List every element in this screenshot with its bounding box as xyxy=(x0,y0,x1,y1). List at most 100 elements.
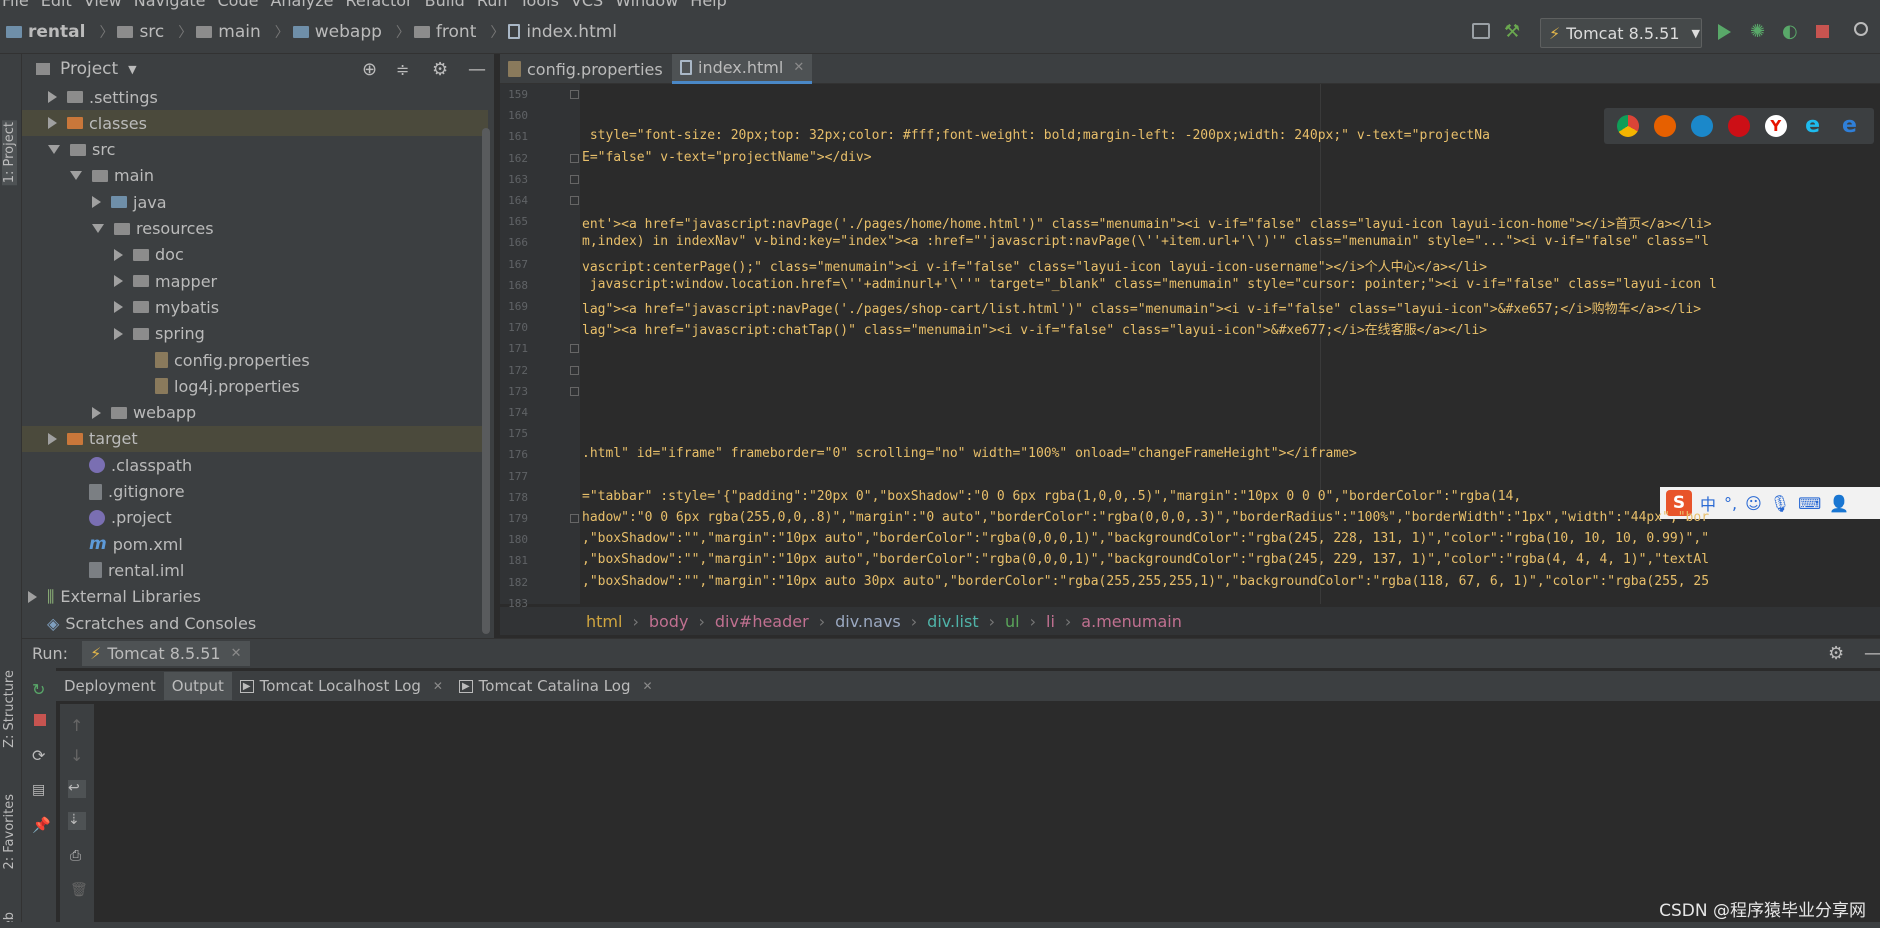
fold-marker-icon[interactable] xyxy=(570,514,579,523)
editor-crumb-html[interactable]: html xyxy=(586,612,622,631)
minimize-icon[interactable]: — xyxy=(468,59,486,80)
project-tool-tab[interactable]: 1: Project xyxy=(2,120,17,186)
expand-arrow-icon[interactable] xyxy=(48,117,57,130)
menu-item-analyze[interactable]: Analyze xyxy=(270,0,333,10)
editor-crumb-div-list[interactable]: div.list xyxy=(927,612,978,631)
editor-crumb-body[interactable]: body xyxy=(649,612,689,631)
chrome-icon[interactable] xyxy=(1617,115,1640,137)
editor-crumb-ul[interactable]: ul xyxy=(1005,612,1020,631)
tree-node-mapper[interactable]: mapper xyxy=(22,268,488,294)
locate-icon[interactable]: ⊕ xyxy=(362,59,377,80)
menu-item-navigate[interactable]: Navigate xyxy=(134,0,206,10)
collapse-all-icon[interactable]: ≑ xyxy=(396,60,409,79)
tree-node-log4j-properties[interactable]: log4j.properties xyxy=(22,373,488,399)
collapse-arrow-icon[interactable] xyxy=(92,224,104,233)
gear-icon[interactable]: ⚙ xyxy=(1828,643,1844,664)
safari-icon[interactable] xyxy=(1691,115,1714,137)
emoji-icon[interactable]: ☺ xyxy=(1745,494,1762,513)
close-icon[interactable]: ✕ xyxy=(793,60,804,75)
ime-punctuation-toggle[interactable]: °, xyxy=(1724,494,1737,513)
rerun-icon[interactable]: ↻ xyxy=(32,680,46,699)
run-tab-tomcat-localhost-log[interactable]: ▶ Tomcat Localhost Log ✕ xyxy=(232,672,451,700)
yandex-icon[interactable]: Y xyxy=(1764,115,1787,137)
breadcrumb-item-index-html[interactable]: 〉 index.html xyxy=(476,22,617,42)
arrow-down-icon[interactable]: ↓ xyxy=(70,746,84,765)
tree-node-src[interactable]: src xyxy=(22,137,488,163)
fold-marker-icon[interactable] xyxy=(570,386,579,396)
breadcrumb-item-webapp[interactable]: 〉 webapp xyxy=(261,22,382,42)
menu-item-edit[interactable]: Edit xyxy=(41,0,72,10)
run-icon[interactable] xyxy=(1718,24,1731,40)
tree-node-target[interactable]: target xyxy=(22,425,488,452)
soft-wrap-icon[interactable]: ↩ xyxy=(68,780,86,798)
close-icon[interactable]: ✕ xyxy=(433,679,443,693)
collapse-arrow-icon[interactable] xyxy=(48,145,60,155)
internet-explorer-icon[interactable]: e xyxy=(1802,115,1824,137)
tab-index-html[interactable]: index.html ✕ xyxy=(672,54,813,84)
expand-arrow-icon[interactable] xyxy=(114,275,123,288)
layout-icon[interactable]: ▤ xyxy=(32,782,46,798)
breadcrumb-item-src[interactable]: 〉 src xyxy=(85,22,164,42)
menu-item-view[interactable]: View xyxy=(84,0,122,10)
run-configuration-select[interactable]: ⚡ Tomcat 8.5.51 ▼ xyxy=(1540,18,1702,48)
tree-node-pom-xml[interactable]: m pom.xml xyxy=(22,531,488,557)
tree-node-project[interactable]: .project xyxy=(22,505,488,531)
tree-node-external-libraries[interactable]: ⫼ External Libraries xyxy=(22,584,488,610)
tree-node-java[interactable]: java xyxy=(22,189,488,215)
trash-icon[interactable]: 🗑 xyxy=(70,882,88,898)
run-tab-output[interactable]: Output xyxy=(163,672,232,700)
console-output[interactable] xyxy=(94,704,1880,922)
tab-config-properties[interactable]: config.properties✕ xyxy=(500,54,692,84)
expand-arrow-icon[interactable] xyxy=(28,590,37,603)
expand-arrow-icon[interactable] xyxy=(92,406,101,419)
expand-arrow-icon[interactable] xyxy=(92,196,101,209)
expand-arrow-icon[interactable] xyxy=(114,327,123,340)
fold-marker-icon[interactable] xyxy=(570,344,579,354)
fold-marker-icon[interactable] xyxy=(570,90,579,99)
expand-arrow-icon[interactable] xyxy=(114,301,123,314)
editor-crumb-a-menumain[interactable]: a.menumain xyxy=(1081,612,1182,631)
edge-icon[interactable]: e xyxy=(1838,115,1860,137)
editor-crumb-div-navs[interactable]: div.navs xyxy=(835,612,901,631)
tree-node-mybatis[interactable]: mybatis xyxy=(22,294,488,320)
run-tab-tomcat-catalina-log[interactable]: ▶ Tomcat Catalina Log ✕ xyxy=(451,672,661,700)
tree-node-spring[interactable]: spring xyxy=(22,321,488,347)
update-icon[interactable]: ⟳ xyxy=(32,746,46,765)
tree-node-gitignore[interactable]: .gitignore xyxy=(22,479,488,505)
tree-node-settings[interactable]: .settings xyxy=(22,84,488,110)
tree-node-rental-iml[interactable]: rental.iml xyxy=(22,557,488,583)
build-hammer-icon[interactable]: ⚒ xyxy=(1504,21,1524,42)
menu-item-tools[interactable]: Tools xyxy=(520,0,559,10)
tree-node-doc[interactable]: doc xyxy=(22,242,488,268)
pin-icon[interactable]: 📌 xyxy=(32,816,51,834)
favorites-tool-tab[interactable]: 2: Favorites xyxy=(2,794,17,870)
scroll-to-end-icon[interactable]: ⇣ xyxy=(68,812,86,830)
gear-icon[interactable]: ⚙ xyxy=(432,59,448,80)
tree-node-scratches-and-consoles[interactable]: ◈ Scratches and Consoles xyxy=(22,610,488,636)
expand-arrow-icon[interactable] xyxy=(114,248,123,261)
collapse-arrow-icon[interactable] xyxy=(70,171,82,181)
opera-icon[interactable] xyxy=(1727,115,1750,137)
microphone-icon[interactable]: 🎙 xyxy=(1770,494,1790,513)
structure-tool-tab[interactable]: Z: Structure xyxy=(2,670,17,748)
chevron-down-icon[interactable]: ▼ xyxy=(128,63,136,76)
menu-item-window[interactable]: Window xyxy=(615,0,678,10)
project-panel-title[interactable]: Project xyxy=(60,59,118,79)
fold-marker-icon[interactable] xyxy=(570,196,579,205)
print-icon[interactable]: ⎙ xyxy=(70,848,84,864)
tree-node-classes[interactable]: classes xyxy=(22,110,488,137)
breadcrumb-item-front[interactable]: 〉 front xyxy=(382,22,476,42)
user-icon[interactable]: 👤 xyxy=(1829,494,1849,513)
run-config-tab[interactable]: ⚡ Tomcat 8.5.51 ✕ xyxy=(82,641,250,666)
fold-marker-icon[interactable] xyxy=(570,174,579,184)
expand-arrow-icon[interactable] xyxy=(48,91,57,103)
search-icon[interactable] xyxy=(1854,22,1868,36)
keyboard-icon[interactable]: ⌨ xyxy=(1798,494,1821,513)
close-icon[interactable]: ✕ xyxy=(231,646,242,661)
arrow-up-icon[interactable]: ↑ xyxy=(70,716,84,735)
menu-item-build[interactable]: Build xyxy=(425,0,465,10)
close-icon[interactable]: ✕ xyxy=(642,679,652,693)
menu-item-refactor[interactable]: Refactor xyxy=(346,0,413,10)
breadcrumb-item-rental[interactable]: rental xyxy=(0,22,85,42)
firefox-icon[interactable] xyxy=(1654,115,1677,137)
